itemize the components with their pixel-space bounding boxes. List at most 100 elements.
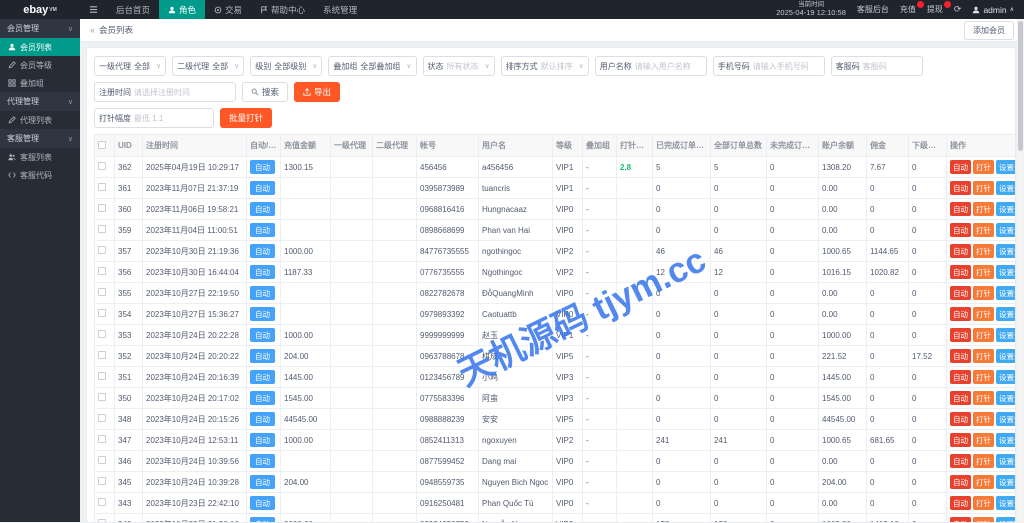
- row-auto-button[interactable]: 自动: [950, 328, 971, 342]
- filter-service-code-field[interactable]: 客服码: [831, 56, 923, 76]
- row-auto-button[interactable]: 自动: [950, 160, 971, 174]
- nav-item-roles[interactable]: 角色: [159, 0, 205, 19]
- row-set-balance-button[interactable]: 设置余额: [996, 412, 1016, 426]
- row-checkbox[interactable]: [98, 225, 106, 233]
- add-member-button[interactable]: 添加会员: [964, 21, 1014, 40]
- row-checkbox[interactable]: [98, 393, 106, 401]
- sidebar-item-service-code[interactable]: 客服代码: [0, 166, 80, 184]
- row-set-balance-button[interactable]: 设置余额: [996, 265, 1016, 279]
- row-checkbox[interactable]: [98, 288, 106, 296]
- row-checkbox[interactable]: [98, 477, 106, 485]
- auto-mode-button[interactable]: 自动: [250, 265, 275, 279]
- row-inject-button[interactable]: 打针: [973, 349, 994, 363]
- row-inject-button[interactable]: 打针: [973, 517, 994, 523]
- row-inject-button[interactable]: 打针: [973, 391, 994, 405]
- row-set-balance-button[interactable]: 设置余额: [996, 370, 1016, 384]
- auto-mode-button[interactable]: 自动: [250, 412, 275, 426]
- auto-mode-button[interactable]: 自动: [250, 433, 275, 447]
- row-inject-button[interactable]: 打针: [973, 370, 994, 384]
- phone-input[interactable]: [753, 62, 820, 71]
- row-inject-button[interactable]: 打针: [973, 433, 994, 447]
- nav-item-system[interactable]: 系统管理: [314, 0, 366, 19]
- row-inject-button[interactable]: 打针: [973, 454, 994, 468]
- row-checkbox[interactable]: [98, 372, 106, 380]
- username-input[interactable]: [635, 62, 702, 71]
- filter-sort-select[interactable]: 排序方式 默认排序 ∨: [501, 56, 589, 76]
- row-auto-button[interactable]: 自动: [950, 349, 971, 363]
- row-checkbox[interactable]: [98, 498, 106, 506]
- row-inject-button[interactable]: 打针: [973, 160, 994, 174]
- inject-range-field[interactable]: 打针幅度: [94, 108, 214, 128]
- filter-status-select[interactable]: 状态 所有状态 ∨: [423, 56, 495, 76]
- row-set-balance-button[interactable]: 设置余额: [996, 328, 1016, 342]
- auto-mode-button[interactable]: 自动: [250, 349, 275, 363]
- auto-mode-button[interactable]: 自动: [250, 328, 275, 342]
- filter-reg-time-field[interactable]: 注册时间: [94, 82, 236, 102]
- batch-inject-button[interactable]: 批量打针: [220, 108, 272, 128]
- search-button[interactable]: 搜索: [242, 82, 288, 102]
- sidebar-group-agents[interactable]: 代理管理∨: [0, 92, 80, 111]
- auto-mode-button[interactable]: 自动: [250, 496, 275, 510]
- row-set-balance-button[interactable]: 设置余额: [996, 496, 1016, 510]
- row-auto-button[interactable]: 自动: [950, 433, 971, 447]
- row-set-balance-button[interactable]: 设置余额: [996, 223, 1016, 237]
- filter-group-select[interactable]: 叠加组 全部叠加组 ∨: [328, 56, 416, 76]
- reg-time-input[interactable]: [134, 88, 231, 97]
- row-checkbox[interactable]: [98, 330, 106, 338]
- row-checkbox[interactable]: [98, 204, 106, 212]
- select-all-checkbox[interactable]: [98, 141, 106, 149]
- row-inject-button[interactable]: 打针: [973, 202, 994, 216]
- row-set-balance-button[interactable]: 设置余额: [996, 307, 1016, 321]
- row-auto-button[interactable]: 自动: [950, 391, 971, 405]
- sidebar-group-members[interactable]: 会员管理∨: [0, 19, 80, 38]
- row-set-balance-button[interactable]: 设置余额: [996, 181, 1016, 195]
- row-set-balance-button[interactable]: 设置余额: [996, 475, 1016, 489]
- row-checkbox[interactable]: [98, 519, 106, 523]
- auto-mode-button[interactable]: 自动: [250, 244, 275, 258]
- auto-mode-button[interactable]: 自动: [250, 517, 275, 523]
- menu-collapse-icon[interactable]: [80, 0, 107, 19]
- row-inject-button[interactable]: 打针: [973, 181, 994, 195]
- row-auto-button[interactable]: 自动: [950, 244, 971, 258]
- sidebar-group-service[interactable]: 客服管理∨: [0, 129, 80, 148]
- sidebar-item-member-level[interactable]: 会员等级: [0, 56, 80, 74]
- row-auto-button[interactable]: 自动: [950, 412, 971, 426]
- row-set-balance-button[interactable]: 设置余额: [996, 433, 1016, 447]
- auto-mode-button[interactable]: 自动: [250, 454, 275, 468]
- service-backend-link[interactable]: 客服后台: [857, 4, 889, 15]
- row-inject-button[interactable]: 打针: [973, 223, 994, 237]
- row-auto-button[interactable]: 自动: [950, 265, 971, 279]
- filter-phone-field[interactable]: 手机号码: [713, 56, 825, 76]
- row-checkbox[interactable]: [98, 414, 106, 422]
- page-scrollbar[interactable]: [1017, 19, 1024, 522]
- row-inject-button[interactable]: 打针: [973, 328, 994, 342]
- auto-mode-button[interactable]: 自动: [250, 391, 275, 405]
- sidebar-item-member-list[interactable]: 会员列表: [0, 38, 80, 56]
- row-auto-button[interactable]: 自动: [950, 475, 971, 489]
- row-set-balance-button[interactable]: 设置余额: [996, 391, 1016, 405]
- row-set-balance-button[interactable]: 设置余额: [996, 244, 1016, 258]
- row-set-balance-button[interactable]: 设置余额: [996, 349, 1016, 363]
- row-inject-button[interactable]: 打针: [973, 265, 994, 279]
- row-inject-button[interactable]: 打针: [973, 496, 994, 510]
- recharge-link[interactable]: 充值: [900, 4, 916, 15]
- row-auto-button[interactable]: 自动: [950, 202, 971, 216]
- export-button[interactable]: 导出: [294, 82, 340, 102]
- auto-mode-button[interactable]: 自动: [250, 370, 275, 384]
- sidebar-item-agent-list[interactable]: 代理列表: [0, 111, 80, 129]
- row-checkbox[interactable]: [98, 246, 106, 254]
- row-inject-button[interactable]: 打针: [973, 412, 994, 426]
- sidebar-item-service-list[interactable]: 客服列表: [0, 148, 80, 166]
- auto-mode-button[interactable]: 自动: [250, 202, 275, 216]
- nav-item-trade[interactable]: 交易: [205, 0, 251, 19]
- row-checkbox[interactable]: [98, 309, 106, 317]
- row-inject-button[interactable]: 打针: [973, 475, 994, 489]
- auto-mode-button[interactable]: 自动: [250, 475, 275, 489]
- breadcrumb-collapse-icon[interactable]: «: [90, 25, 95, 35]
- filter-agent2-select[interactable]: 二级代理 全部 ∨: [172, 56, 244, 76]
- row-auto-button[interactable]: 自动: [950, 223, 971, 237]
- row-set-balance-button[interactable]: 设置余额: [996, 286, 1016, 300]
- row-inject-button[interactable]: 打针: [973, 244, 994, 258]
- auto-mode-button[interactable]: 自动: [250, 223, 275, 237]
- row-set-balance-button[interactable]: 设置余额: [996, 160, 1016, 174]
